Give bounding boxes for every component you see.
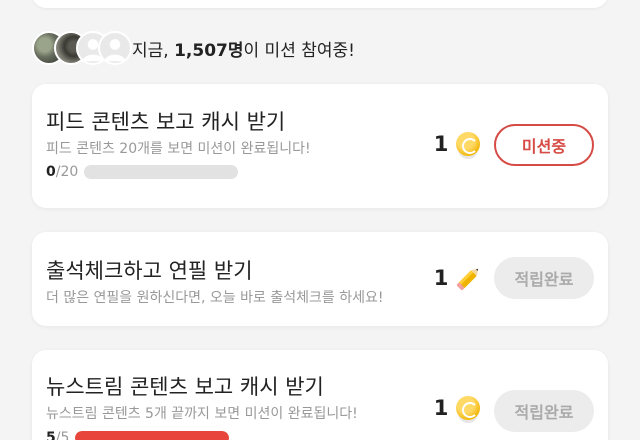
avatar-stack	[32, 29, 132, 67]
completed-button[interactable]: 적립완료	[494, 257, 594, 299]
reward-amount: 1	[433, 396, 449, 420]
mission-title: 피드 콘텐츠 보고 캐시 받기	[46, 110, 286, 134]
progress-total: /5	[55, 430, 70, 440]
participants-banner: 지금, 1,507명이 미션 참여중!	[32, 28, 355, 68]
mission-description: 뉴스트림 콘텐츠 5개 끝까지 보면 미션이 완료됩니다!	[46, 406, 358, 422]
mission-reward: 1	[432, 263, 484, 293]
mission-progress: 5 /5	[46, 430, 230, 440]
progress-current: 5	[46, 430, 56, 440]
mission-description: 더 많은 연필을 원하신다면, 오늘 바로 출석체크를 하세요!	[46, 290, 384, 306]
participants-prefix: 지금,	[132, 40, 175, 61]
mission-title: 출석체크하고 연필 받기	[46, 259, 253, 283]
mission-progress: 0 /20	[46, 164, 239, 180]
coin-icon	[456, 396, 480, 420]
completed-button[interactable]: 적립완료	[494, 390, 594, 432]
progress-fill	[75, 431, 230, 440]
progress-current: 0	[46, 164, 56, 180]
mission-reward: 1	[432, 396, 480, 420]
participants-count: 1,507명	[174, 40, 244, 61]
mission-in-progress-button[interactable]: 미션중	[494, 124, 594, 166]
reward-amount: 1	[433, 266, 449, 290]
progress-bar	[84, 165, 239, 179]
mission-reward: 1	[432, 132, 480, 156]
reward-amount: 1	[433, 132, 449, 156]
participants-suffix: 이 미션 참여중!	[243, 40, 355, 61]
previous-card	[32, 0, 608, 8]
mission-card-attendance: 출석체크하고 연필 받기 더 많은 연필을 원하신다면, 오늘 바로 출석체크를…	[32, 232, 608, 326]
participants-text: 지금, 1,507명이 미션 참여중!	[132, 36, 355, 61]
coin-icon	[456, 132, 480, 156]
progress-bar	[75, 431, 230, 440]
avatar-placeholder	[98, 31, 132, 65]
person-icon	[104, 39, 126, 62]
pencil-icon	[456, 268, 479, 291]
mission-card-feed: 피드 콘텐츠 보고 캐시 받기 피드 콘텐츠 20개를 보면 미션이 완료됩니다…	[32, 84, 608, 208]
mission-title: 뉴스트림 콘텐츠 보고 캐시 받기	[46, 375, 324, 399]
mission-description: 피드 콘텐츠 20개를 보면 미션이 완료됩니다!	[46, 141, 311, 157]
mission-card-newstream: 뉴스트림 콘텐츠 보고 캐시 받기 뉴스트림 콘텐츠 5개 끝까지 보면 미션이…	[32, 350, 608, 440]
progress-total: /20	[55, 164, 79, 180]
